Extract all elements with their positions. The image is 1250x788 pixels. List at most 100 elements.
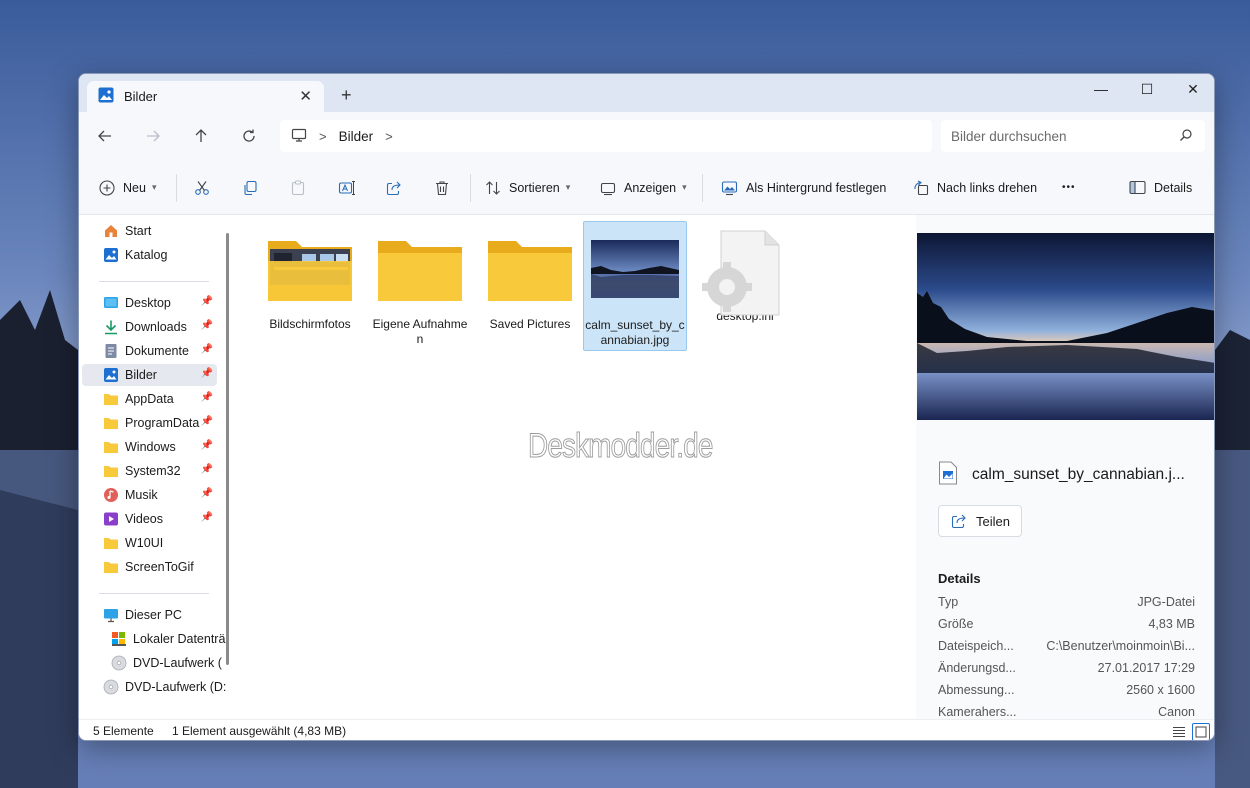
detail-value: Canon	[1158, 705, 1195, 719]
pin-icon[interactable]: 📌	[201, 512, 213, 523]
detail-row-camera: Kamerahers... Canon	[938, 705, 1195, 719]
file-name: Saved Pictures	[489, 317, 571, 331]
pin-icon[interactable]: 📌	[201, 416, 213, 427]
dvd-icon	[111, 655, 127, 671]
sidebar-item-label: Lokaler Datenträ	[133, 632, 226, 646]
sidebar-item-system32[interactable]: System32 📌	[82, 460, 217, 482]
tab-close-icon[interactable]: ✕	[299, 87, 312, 105]
details-view-button[interactable]	[1170, 723, 1188, 740]
tab-bilder[interactable]: Bilder ✕	[87, 81, 324, 112]
sidebar-item-label: Desktop	[125, 296, 171, 310]
file-name: Bildschirmfotos	[269, 317, 351, 331]
tab-label: Bilder	[124, 89, 158, 104]
details-label: Details	[1154, 180, 1193, 195]
maximize-button[interactable]: ☐	[1124, 74, 1170, 104]
sidebar-item-appdata[interactable]: AppData 📌	[82, 388, 217, 410]
details-pane-icon	[1129, 180, 1146, 195]
arrow-right-icon	[147, 130, 160, 142]
sidebar-item-label: Videos	[125, 512, 163, 526]
delete-button[interactable]	[434, 160, 450, 215]
rotate-left-button[interactable]: Nach links drehen	[913, 160, 1037, 215]
pin-icon[interactable]: 📌	[201, 392, 213, 403]
sidebar-item-label: W10UI	[125, 536, 164, 550]
sidebar-item-label: ScreenToGif	[125, 560, 194, 574]
clipboard-icon	[291, 179, 305, 195]
trash-icon	[436, 180, 448, 195]
file-item-eigene-aufnahmen[interactable]: Eigene Aufnahmen	[368, 221, 472, 351]
refresh-button[interactable]	[237, 124, 261, 148]
pin-icon[interactable]: 📌	[201, 368, 213, 379]
sort-button[interactable]: Sortieren ▾	[485, 160, 570, 215]
sidebar-item-videos[interactable]: Videos 📌	[82, 508, 217, 530]
home-icon	[103, 223, 119, 239]
up-button[interactable]	[189, 124, 213, 148]
sidebar-item-downloads[interactable]: Downloads 📌	[82, 316, 217, 338]
close-button[interactable]: ✕	[1170, 74, 1214, 104]
sidebar-item-label: AppData	[125, 392, 174, 406]
sidebar-item-programdata[interactable]: ProgramData 📌	[82, 412, 217, 434]
detail-key: Abmessung...	[938, 683, 1015, 697]
folder-icon	[103, 535, 119, 551]
rename-button[interactable]	[338, 160, 356, 215]
sidebar-item-bilder[interactable]: Bilder 📌	[82, 364, 217, 386]
copy-button[interactable]	[242, 160, 258, 215]
chevron-right-icon[interactable]: >	[319, 129, 327, 144]
sidebar-item-katalog[interactable]: Katalog	[82, 244, 217, 266]
pin-icon[interactable]: 📌	[201, 320, 213, 331]
view-button[interactable]: Anzeigen ▾	[600, 160, 687, 215]
sidebar-item-dokumente[interactable]: Dokumente 📌	[82, 340, 217, 362]
back-button[interactable]	[93, 124, 117, 148]
details-pane-button[interactable]: Details	[1129, 160, 1192, 215]
sidebar-item-windows[interactable]: Windows 📌	[82, 436, 217, 458]
music-icon	[103, 487, 119, 503]
pin-icon[interactable]: 📌	[201, 440, 213, 451]
pin-icon[interactable]: 📌	[201, 464, 213, 475]
sidebar-item-musik[interactable]: Musik 📌	[82, 484, 217, 506]
paste-button[interactable]	[290, 160, 306, 215]
more-options-button[interactable]: •••	[1062, 160, 1076, 215]
sidebar-item-screentogif[interactable]: ScreenToGif	[82, 556, 217, 578]
rotate-left-icon	[914, 180, 929, 195]
pin-icon[interactable]: 📌	[201, 344, 213, 355]
pin-icon[interactable]: 📌	[201, 296, 213, 307]
copy-icon	[244, 180, 257, 195]
pc-icon	[103, 607, 119, 623]
file-item-saved-pictures[interactable]: Saved Pictures	[478, 221, 582, 351]
minimize-button[interactable]: —	[1078, 74, 1124, 104]
sidebar-item-desktop[interactable]: Desktop 📌	[82, 292, 217, 314]
sidebar-item-dvd-drive-2[interactable]: DVD-Laufwerk (D:	[82, 676, 226, 698]
file-item-calm-sunset[interactable]: calm_sunset_by_cannabian.jpg	[583, 221, 687, 351]
new-button[interactable]: Neu ▾	[99, 160, 156, 215]
file-item-bildschirmfotos[interactable]: Bildschirmfotos	[258, 221, 362, 351]
detail-row-dimensions: Abmessung... 2560 x 1600	[938, 683, 1195, 705]
sidebar-item-dieser-pc[interactable]: Dieser PC	[82, 604, 217, 626]
breadcrumb-item-bilder[interactable]: Bilder	[339, 129, 374, 144]
chevron-down-icon: ▾	[682, 182, 687, 192]
sidebar-scrollbar[interactable]	[226, 233, 229, 665]
cut-button[interactable]	[194, 160, 210, 215]
sidebar-item-label: Windows	[125, 440, 176, 454]
preview-filename: calm_sunset_by_cannabian.j...	[972, 465, 1185, 483]
sidebar-item-w10ui[interactable]: W10UI	[82, 532, 217, 554]
sidebar-item-start[interactable]: Start	[82, 220, 217, 242]
new-tab-button[interactable]: +	[341, 85, 352, 106]
share-button[interactable]	[386, 160, 402, 215]
navigation-pane: Start Katalog Desktop 📌 Downloads 📌 Doku…	[79, 215, 226, 719]
breadcrumb[interactable]: > Bilder >	[280, 120, 932, 152]
set-wallpaper-button[interactable]: Als Hintergrund festlegen	[721, 160, 886, 215]
forward-button[interactable]	[141, 124, 165, 148]
detail-row-modified: Änderungsd... 27.01.2017 17:29	[938, 661, 1195, 683]
pin-icon[interactable]: 📌	[201, 488, 213, 499]
download-icon	[103, 319, 119, 335]
gallery-icon	[103, 247, 119, 263]
large-icons-view-button[interactable]	[1192, 723, 1210, 740]
detail-key: Kamerahers...	[938, 705, 1017, 719]
detail-row-type: Typ JPG-Datei	[938, 595, 1195, 617]
chevron-right-icon[interactable]: >	[385, 129, 393, 144]
sidebar-item-local-drive[interactable]: Lokaler Datenträ	[82, 628, 225, 650]
share-button[interactable]: Teilen	[938, 505, 1022, 537]
file-item-desktop-ini[interactable]: desktop.ini	[693, 221, 797, 351]
image-thumbnail	[591, 230, 679, 310]
search-input[interactable]: Bilder durchsuchen	[941, 120, 1205, 152]
sidebar-item-dvd-drive-1[interactable]: DVD-Laufwerk (	[82, 652, 222, 674]
